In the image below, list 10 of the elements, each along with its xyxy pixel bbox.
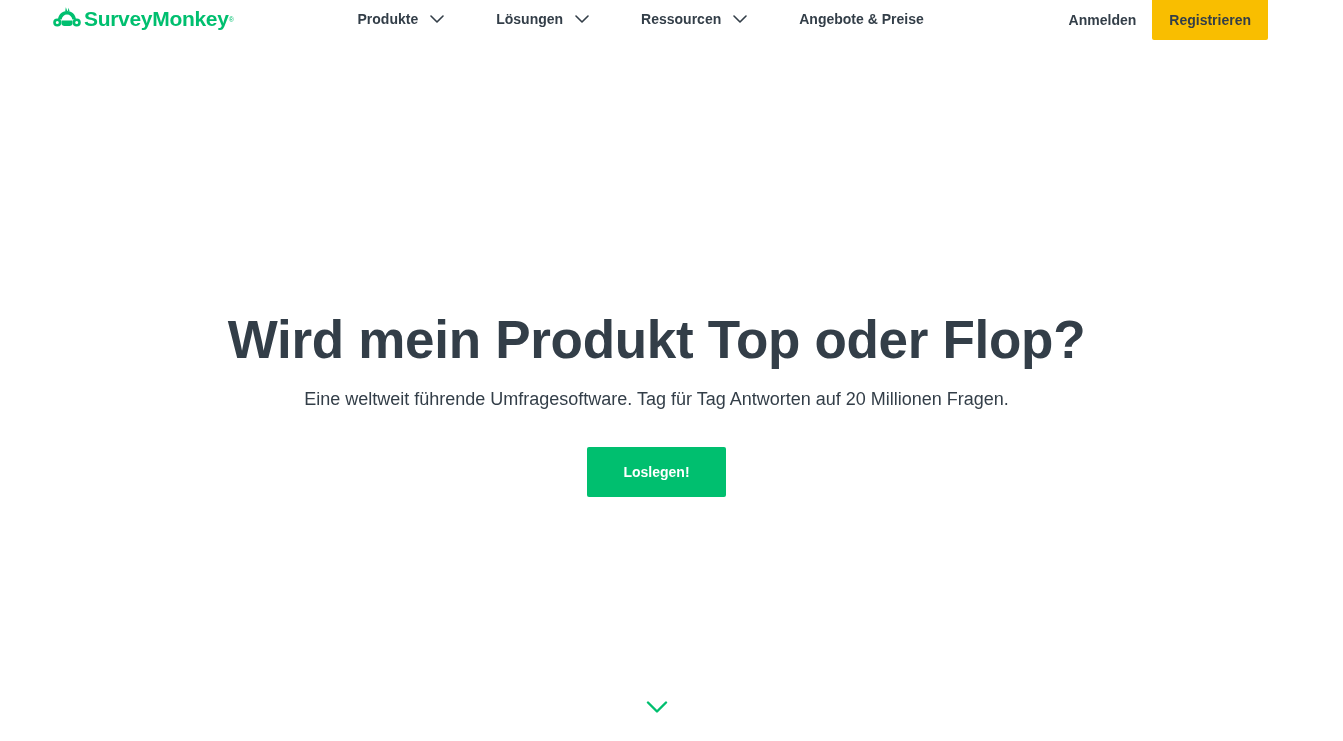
hero-subtitle: Eine weltweit führende Umfragesoftware. Tag für Tag Antworten auf 20 Millionen Fragen.	[304, 388, 1009, 411]
nav-menu-item[interactable]: Lösungen	[496, 8, 590, 30]
scroll-down-chevron-icon[interactable]	[645, 701, 668, 713]
nav-menu-item[interactable]: Ressourcen	[641, 8, 748, 30]
nav-menu-item[interactable]: Produkte	[357, 8, 445, 30]
sign-in-link[interactable]: Anmelden	[1068, 9, 1137, 31]
register-button[interactable]: Registrieren	[1152, 0, 1268, 40]
logo-icon	[53, 7, 81, 29]
nav-menu-item[interactable]: Angebote & Preise	[799, 8, 924, 30]
hero-title: Wird mein Produkt Top oder Flop?	[227, 310, 1086, 370]
